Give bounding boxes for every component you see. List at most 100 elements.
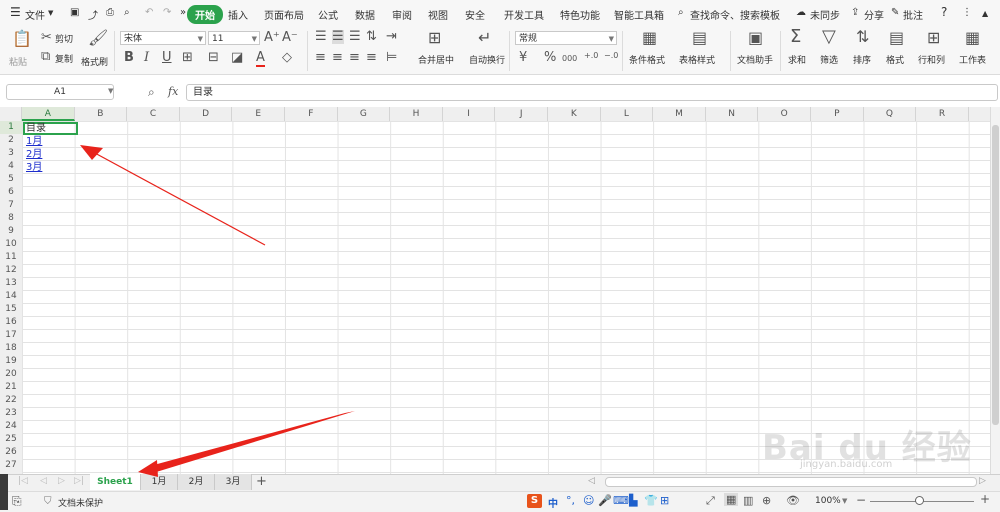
italic-button[interactable]: I [144, 51, 149, 65]
zoom-in-button[interactable]: + [980, 492, 990, 506]
row-header-3[interactable]: 3 [0, 147, 22, 160]
align-right-icon[interactable]: ≡ [349, 51, 360, 65]
row-header-26[interactable]: 26 [0, 446, 22, 459]
fill-color-icon[interactable]: ◪ [231, 51, 243, 65]
tab-scroll-left-icon[interactable]: ◁ [588, 476, 595, 486]
wrap-text-button[interactable]: 自动换行 [469, 53, 505, 66]
eye-protect-icon[interactable]: 👁 [786, 494, 800, 507]
more-options-icon[interactable]: ⋮ [962, 7, 972, 18]
font-name-select[interactable]: 宋体 ▼ [120, 31, 206, 45]
format-icon[interactable]: ▤ [889, 30, 904, 46]
side-panel-handle[interactable] [0, 474, 8, 510]
format-painter-icon[interactable]: 🖌 [88, 30, 108, 46]
menu-icon[interactable]: ☰ [10, 5, 21, 19]
row-header-6[interactable]: 6 [0, 186, 22, 199]
horizontal-scrollbar[interactable] [605, 477, 977, 487]
row-header-21[interactable]: 21 [0, 381, 22, 394]
worksheet-icon[interactable]: ▦ [965, 30, 980, 46]
eraser-icon[interactable]: ◇ [282, 51, 292, 65]
row-header-10[interactable]: 10 [0, 238, 22, 251]
column-header-e[interactable]: E [232, 107, 285, 121]
row-header-19[interactable]: 19 [0, 355, 22, 368]
tab-security[interactable]: 安全 [465, 7, 485, 22]
more-icon[interactable]: » [180, 7, 186, 18]
tab-home[interactable]: 开始 [187, 5, 223, 24]
border-icon[interactable]: ⊞ [182, 51, 193, 65]
formula-input[interactable]: 目录 [186, 84, 998, 101]
tab-page-layout[interactable]: 页面布局 [264, 7, 304, 22]
sync-status[interactable]: 未同步 [810, 7, 840, 22]
worksheet-button[interactable]: 工作表 [959, 53, 986, 66]
microphone-icon[interactable]: 🎤 [598, 494, 612, 507]
fullscreen-icon[interactable]: ⤢ [706, 494, 715, 508]
row-header-8[interactable]: 8 [0, 212, 22, 225]
toolbox-icon[interactable]: ▙ [629, 494, 637, 507]
doc-helper-button[interactable]: 文档助手 [737, 53, 773, 66]
column-header-r[interactable]: R [916, 107, 969, 121]
filter-button[interactable]: 筛选 [820, 53, 838, 66]
row-header-13[interactable]: 13 [0, 277, 22, 290]
sum-button[interactable]: 求和 [788, 53, 806, 66]
column-header-d[interactable]: D [180, 107, 233, 121]
text-direction-icon[interactable]: ⇅ [366, 30, 377, 44]
font-size-select[interactable]: 11 ▼ [208, 31, 260, 45]
merge-center-button[interactable]: 合并居中 [418, 53, 454, 66]
column-header-a[interactable]: A [22, 107, 75, 121]
column-header-k[interactable]: K [548, 107, 601, 121]
strike-icon[interactable]: ⊟ [208, 51, 219, 65]
print-icon[interactable]: ⎙ [106, 7, 114, 18]
row-header-24[interactable]: 24 [0, 420, 22, 433]
table-style-button[interactable]: 表格样式 [679, 53, 715, 66]
increase-decimal-icon[interactable]: +.0 [584, 49, 598, 63]
cell-a3-link[interactable]: 2月 [26, 148, 42, 161]
rows-cols-button[interactable]: 行和列 [918, 53, 945, 66]
sheet-tab-sheet1[interactable]: Sheet1 [90, 474, 141, 490]
column-header-j[interactable]: J [495, 107, 548, 121]
sort-icon[interactable]: ⇅ [856, 29, 869, 45]
doc-helper-icon[interactable]: ▣ [748, 30, 763, 46]
name-box[interactable]: A1 [6, 84, 114, 100]
tab-view[interactable]: 视图 [428, 7, 448, 22]
preview-icon[interactable]: ⌕ [124, 7, 130, 18]
file-menu[interactable]: 文件 [25, 7, 45, 22]
cell-a1[interactable]: 目录 [26, 122, 46, 135]
conditional-format-icon[interactable]: ▦ [642, 30, 657, 46]
redo-icon[interactable]: ↷ [163, 7, 171, 18]
align-center-icon[interactable]: ≡ [332, 51, 343, 65]
row-header-18[interactable]: 18 [0, 342, 22, 355]
punctuation-icon[interactable]: °, [566, 494, 575, 507]
column-header-o[interactable]: O [758, 107, 811, 121]
normal-view-icon[interactable]: ▦ [724, 493, 739, 506]
row-header-23[interactable]: 23 [0, 407, 22, 420]
column-header-m[interactable]: M [653, 107, 706, 121]
save-icon[interactable]: ▣ [70, 7, 79, 18]
cell-a2-link[interactable]: 1月 [26, 135, 42, 148]
tab-developer[interactable]: 开发工具 [504, 7, 544, 22]
paste-icon[interactable]: 📋 [12, 31, 32, 47]
font-shrink-icon[interactable]: A⁻ [282, 31, 298, 45]
select-all-corner[interactable] [0, 107, 22, 121]
column-header-b[interactable]: B [75, 107, 128, 121]
emoji-icon[interactable]: ☺ [583, 494, 594, 507]
copy-button[interactable]: 复制 [55, 52, 73, 65]
column-header-c[interactable]: C [127, 107, 180, 121]
ime-logo-icon[interactable]: S [527, 494, 542, 508]
column-header-h[interactable]: H [390, 107, 443, 121]
page-layout-view-icon[interactable]: ⊕ [762, 494, 771, 507]
row-header-7[interactable]: 7 [0, 199, 22, 212]
undo-icon[interactable]: ↶ [145, 7, 153, 18]
row-header-25[interactable]: 25 [0, 433, 22, 446]
decrease-decimal-icon[interactable]: −.0 [604, 49, 618, 63]
row-header-11[interactable]: 11 [0, 251, 22, 264]
row-header-9[interactable]: 9 [0, 225, 22, 238]
filter-icon[interactable]: ▽ [822, 28, 836, 46]
page-break-view-icon[interactable]: ▥ [743, 494, 753, 507]
paste-button[interactable]: 粘贴 [9, 55, 27, 68]
vertical-scroll-thumb[interactable] [992, 125, 999, 425]
row-header-15[interactable]: 15 [0, 303, 22, 316]
chevron-down-icon[interactable]: ▼ [48, 9, 53, 17]
tab-scroll-right-icon[interactable]: ▷ [979, 476, 986, 486]
vertical-scrollbar[interactable] [990, 107, 1000, 474]
table-style-icon[interactable]: ▤ [692, 30, 707, 46]
macro-icon[interactable]: ⎘ [12, 494, 22, 509]
